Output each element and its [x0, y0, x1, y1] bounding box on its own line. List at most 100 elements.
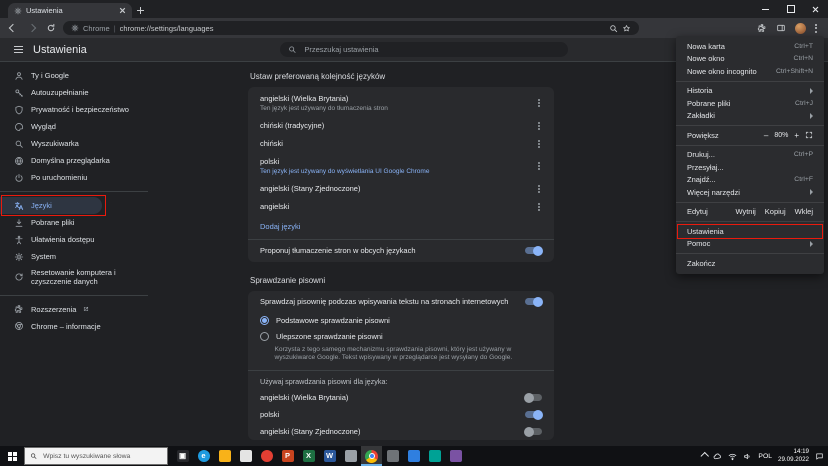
start-button[interactable]: [0, 446, 24, 466]
sidebar-item-system[interactable]: System: [0, 248, 148, 265]
taskbar-app-task-view[interactable]: ▣: [172, 446, 193, 466]
language-row[interactable]: angielski (Wielka Brytania) Ten język je…: [248, 87, 554, 117]
spellcheck-language-row[interactable]: angielski (Wielka Brytania): [248, 389, 554, 406]
zoom-in-button[interactable]: +: [794, 131, 799, 140]
radio-selected-icon[interactable]: [260, 316, 269, 325]
language-row[interactable]: angielski: [248, 198, 554, 216]
menu-item-new-tab[interactable]: Nowa karta Ctrl+T: [676, 40, 824, 53]
sidebar-item-reset[interactable]: Resetowanie komputera i czyszczenie dany…: [0, 265, 148, 290]
menu-dots-button[interactable]: [815, 23, 817, 33]
reload-button[interactable]: [44, 22, 57, 35]
back-button[interactable]: [6, 22, 19, 35]
spellcheck-language-toggle[interactable]: [524, 392, 542, 403]
language-row[interactable]: chiński (tradycyjne): [248, 117, 554, 135]
bookmark-star-icon[interactable]: [622, 24, 631, 33]
taskbar-app-edge[interactable]: e: [193, 446, 214, 466]
sidebar-item-accessibility[interactable]: Ułatwienia dostępu: [0, 231, 148, 248]
language-row[interactable]: chiński: [248, 135, 554, 153]
menu-item-bookmarks[interactable]: Zakładki: [676, 110, 824, 123]
spellcheck-toggle[interactable]: [525, 296, 543, 307]
address-bar[interactable]: Chrome | chrome://settings/languages: [63, 21, 639, 35]
menu-item-settings[interactable]: Ustawienia: [676, 224, 824, 239]
sidebar-item-downloads[interactable]: Pobrane pliki: [0, 214, 148, 231]
zoom-out-button[interactable]: –: [764, 131, 768, 140]
fullscreen-icon[interactable]: [805, 131, 813, 139]
sidebar-item-on-startup[interactable]: Po uruchomieniu: [0, 169, 148, 186]
taskbar-app-teal[interactable]: [424, 446, 445, 466]
hamburger-menu-icon[interactable]: [14, 45, 23, 54]
zoom-magnifier-icon[interactable]: [609, 24, 618, 33]
spellcheck-language-toggle[interactable]: [525, 409, 543, 420]
more-options-kebab-icon[interactable]: [538, 205, 540, 208]
edit-copy-button[interactable]: Kopiuj: [765, 207, 786, 216]
enhanced-spellcheck-option[interactable]: Ulepszone sprawdzanie pisowni: [248, 329, 554, 345]
taskbar-search-input[interactable]: [41, 451, 162, 461]
taskbar-app-blue[interactable]: [403, 446, 424, 466]
forward-button[interactable]: [25, 22, 38, 35]
edit-paste-button[interactable]: Wklej: [795, 207, 813, 216]
extensions-puzzle-icon[interactable]: [757, 23, 767, 33]
taskbar-app-excel[interactable]: X: [298, 446, 319, 466]
minimize-button[interactable]: [753, 0, 778, 18]
more-options-kebab-icon[interactable]: [538, 102, 540, 104]
menu-item-new-incognito[interactable]: Nowe okno incognito Ctrl+Shift+N: [676, 65, 824, 78]
close-button[interactable]: [803, 0, 828, 18]
menu-item-downloads[interactable]: Pobrane pliki Ctrl+J: [676, 97, 824, 110]
menu-item-more-tools[interactable]: Więcej narzędzi: [676, 186, 824, 199]
more-options-kebab-icon[interactable]: [538, 187, 540, 190]
sidebar-item-search-engine[interactable]: Wyszukiwarka: [0, 135, 148, 152]
edit-cut-button[interactable]: Wytnij: [735, 207, 755, 216]
tray-expand-icon[interactable]: [700, 452, 709, 460]
language-indicator[interactable]: POL: [758, 453, 772, 460]
taskbar-app-red[interactable]: [256, 446, 277, 466]
menu-item-history[interactable]: Historia: [676, 85, 824, 98]
taskbar-app-libreoffice[interactable]: [340, 446, 361, 466]
speaker-icon[interactable]: [743, 452, 752, 461]
taskbar-app-gray[interactable]: [382, 446, 403, 466]
sidebar-item-about-chrome[interactable]: Chrome – informacje: [0, 318, 148, 335]
taskbar-app-chrome[interactable]: [361, 446, 382, 466]
add-languages-button[interactable]: Dodaj języki: [248, 216, 554, 239]
maximize-button[interactable]: [778, 0, 803, 18]
menu-item-new-window[interactable]: Nowe okno Ctrl+N: [676, 53, 824, 66]
menu-item-find[interactable]: Znajdź... Ctrl+F: [676, 174, 824, 187]
tab-close-icon[interactable]: [119, 7, 126, 14]
translate-toggle-row[interactable]: Proponuj tłumaczenie stron w obcych języ…: [248, 240, 554, 262]
menu-item-print[interactable]: Drukuj... Ctrl+P: [676, 149, 824, 162]
action-center-icon[interactable]: [815, 452, 824, 461]
side-panel-icon[interactable]: [776, 23, 786, 33]
spellcheck-toggle-row[interactable]: Sprawdzaj pisownię podczas wpisywania te…: [248, 291, 554, 313]
taskbar-app-purple[interactable]: [445, 446, 466, 466]
sidebar-item-you-and-google[interactable]: Ty i Google: [0, 67, 148, 84]
wifi-icon[interactable]: [728, 452, 737, 461]
clock[interactable]: 14:19 29.09.2022: [778, 448, 809, 465]
sidebar-item-appearance[interactable]: Wygląd: [0, 118, 148, 135]
menu-item-exit[interactable]: Zakończ: [676, 257, 824, 270]
taskbar-search[interactable]: [24, 447, 168, 465]
profile-avatar[interactable]: [795, 22, 806, 34]
spellcheck-language-row[interactable]: polski: [248, 406, 554, 423]
basic-spellcheck-option[interactable]: Podstawowe sprawdzanie pisowni: [248, 313, 554, 329]
sidebar-item-privacy[interactable]: Prywatność i bezpieczeństwo: [0, 101, 148, 118]
sidebar-item-languages[interactable]: Języki: [0, 195, 106, 216]
menu-item-cast[interactable]: Przesyłaj...: [676, 161, 824, 174]
browser-tab-settings[interactable]: Ustawienia: [8, 3, 132, 18]
language-row[interactable]: angielski (Stany Zjednoczone): [248, 180, 554, 198]
more-options-kebab-icon[interactable]: [538, 124, 540, 127]
settings-search[interactable]: [280, 42, 568, 57]
spellcheck-language-row[interactable]: angielski (Stany Zjednoczone): [248, 423, 554, 440]
taskbar-app-file-explorer[interactable]: [214, 446, 235, 466]
settings-search-input[interactable]: [302, 44, 560, 55]
new-tab-button[interactable]: [132, 3, 148, 18]
sidebar-item-default-browser[interactable]: Domyślna przeglądarka: [0, 152, 148, 169]
sidebar-item-autofill[interactable]: Autouzupełnianie: [0, 84, 148, 101]
more-options-kebab-icon[interactable]: [538, 165, 540, 167]
radio-unselected-icon[interactable]: [260, 332, 269, 341]
taskbar-app-word[interactable]: W: [319, 446, 340, 466]
sidebar-item-extensions[interactable]: Rozszerzenia: [0, 301, 148, 318]
spellcheck-language-toggle[interactable]: [524, 426, 542, 437]
taskbar-app-light[interactable]: [235, 446, 256, 466]
cloud-icon[interactable]: [713, 452, 722, 461]
more-options-kebab-icon[interactable]: [538, 142, 540, 145]
menu-item-help[interactable]: Pomoc: [676, 238, 824, 251]
